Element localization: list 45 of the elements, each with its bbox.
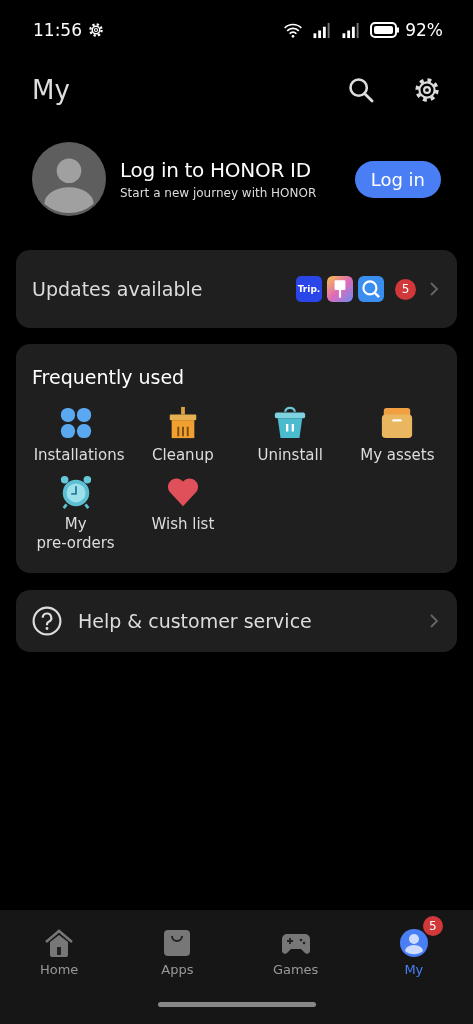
- login-title: Log in to HONOR ID: [120, 158, 312, 182]
- app-icon: Trip.: [296, 276, 322, 302]
- page-title: My: [32, 75, 71, 105]
- search-app-icon: [358, 276, 384, 302]
- section-title: Frequently used: [31, 366, 186, 388]
- shortcut-item[interactable]: My pre-orders: [22, 475, 130, 553]
- help-label: Help & customer service: [78, 610, 312, 632]
- count-badge: 5: [395, 278, 416, 300]
- updates-card[interactable]: Updates available Trip. 5: [16, 250, 457, 328]
- gear-icon: [87, 21, 105, 39]
- login-button[interactable]: Log in: [354, 160, 441, 198]
- alarm-clock-icon: [58, 475, 93, 509]
- shortcut-item[interactable]: My assets: [343, 406, 451, 465]
- signal-icon: [341, 21, 362, 39]
- battery-icon: [370, 21, 401, 39]
- notification-badge: 5: [422, 916, 443, 936]
- avatar-icon[interactable]: [32, 142, 106, 216]
- nav-tab[interactable]: Apps: [118, 914, 237, 977]
- status-time: 11:56: [33, 20, 82, 40]
- shortcut-item[interactable]: Cleanup: [129, 406, 237, 465]
- heart-icon: [165, 475, 200, 509]
- house-icon: [44, 928, 75, 958]
- shortcut-item[interactable]: Installations: [22, 406, 130, 465]
- settings-icon[interactable]: [413, 76, 441, 104]
- help-card[interactable]: Help & customer service: [16, 590, 457, 652]
- brush-app-icon: [327, 276, 353, 302]
- shortcut-item[interactable]: Uninstall: [236, 406, 344, 465]
- four-petal-icon: [58, 406, 93, 440]
- help-icon: [32, 606, 62, 636]
- bag-icon: [162, 928, 193, 958]
- nav-tab[interactable]: 5 My: [354, 914, 473, 977]
- signal-icon: [312, 21, 333, 39]
- nav-tab[interactable]: Home: [0, 914, 119, 977]
- box-icon: [380, 406, 415, 440]
- chevron-right-icon: [429, 613, 439, 629]
- nav-tab[interactable]: Games: [236, 914, 355, 977]
- battery-percent: 92%: [405, 20, 443, 40]
- login-subtitle: Start a new journey with HONOR: [120, 186, 318, 200]
- updates-label: Updates available: [32, 278, 203, 300]
- chevron-right-icon: [429, 281, 439, 297]
- user-icon: [398, 928, 429, 958]
- wifi-icon: [283, 21, 304, 39]
- shortcut-item[interactable]: Wish list: [129, 475, 237, 553]
- search-icon[interactable]: [347, 76, 375, 104]
- trash-icon: [273, 406, 308, 440]
